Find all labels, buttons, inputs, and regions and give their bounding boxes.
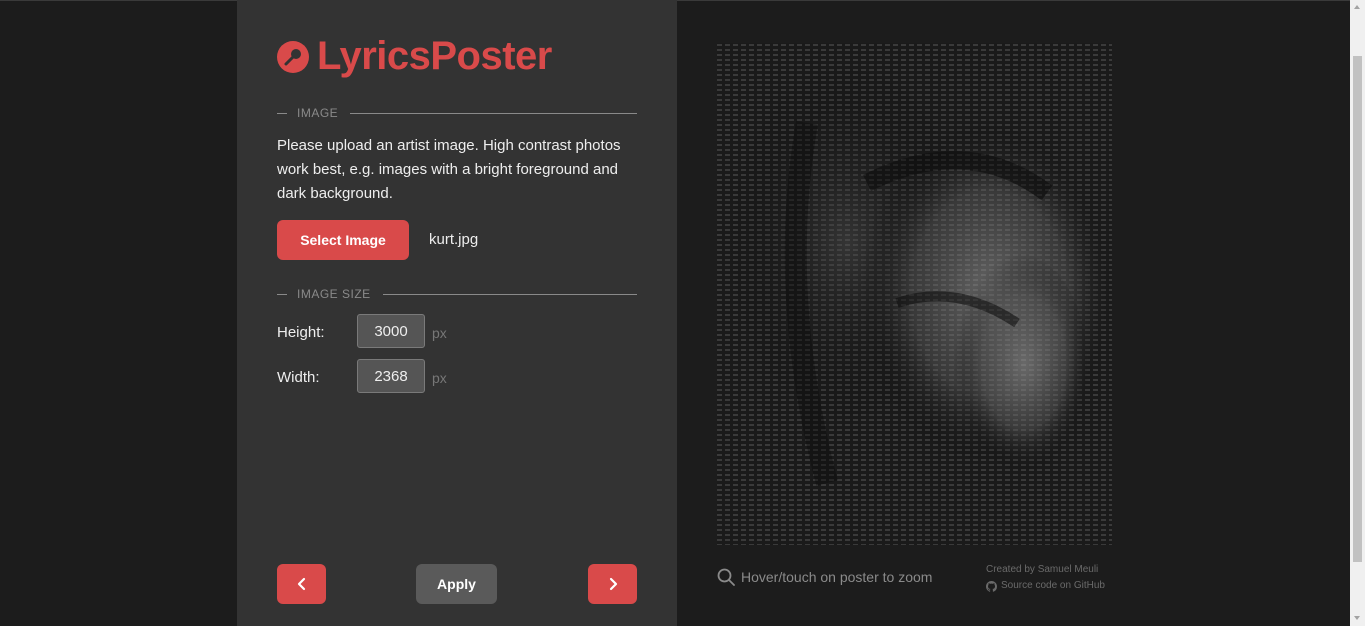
- chevron-right-icon: [609, 577, 617, 591]
- apply-button[interactable]: Apply: [416, 564, 497, 604]
- select-image-button[interactable]: Select Image: [277, 220, 409, 260]
- section-label: IMAGE SIZE: [297, 287, 371, 301]
- width-label: Width:: [277, 369, 320, 386]
- upload-description: Please upload an artist image. High cont…: [277, 137, 621, 202]
- github-icon: [986, 580, 997, 592]
- height-label: Height:: [277, 324, 325, 341]
- lyrics-poster-preview[interactable]: [717, 43, 1112, 545]
- source-link-text: Source code on GitHub: [1001, 580, 1105, 591]
- section-label: IMAGE: [297, 106, 339, 120]
- width-unit: px: [432, 370, 447, 386]
- search-icon: [717, 568, 735, 586]
- selected-filename: kurt.jpg: [429, 231, 479, 248]
- section-title-image: IMAGE: [277, 105, 637, 121]
- height-unit: px: [432, 325, 447, 341]
- zoom-hint: Hover/touch on poster to zoom: [717, 568, 932, 586]
- top-border: [0, 0, 1365, 1]
- section-title-image-size: IMAGE SIZE: [277, 286, 637, 302]
- previous-button[interactable]: [277, 564, 326, 604]
- scrollbar-thumb[interactable]: [1353, 56, 1362, 562]
- height-input[interactable]: 3000: [357, 314, 425, 348]
- vertical-scrollbar[interactable]: [1350, 0, 1365, 626]
- chevron-left-icon: [297, 577, 305, 591]
- source-link[interactable]: Source code on GitHub: [986, 578, 1105, 594]
- settings-panel: LyricsPoster IMAGE Please upload an arti…: [237, 0, 677, 626]
- credit-text[interactable]: Created by Samuel Meuli: [986, 562, 1105, 578]
- scroll-down-icon[interactable]: [1354, 616, 1360, 620]
- width-input[interactable]: 2368: [357, 359, 425, 393]
- credits: Created by Samuel Meuli Source code on G…: [986, 562, 1105, 594]
- microphone-icon: [277, 40, 309, 73]
- next-button[interactable]: [588, 564, 637, 604]
- logo: LyricsPoster: [277, 34, 552, 79]
- zoom-hint-text: Hover/touch on poster to zoom: [741, 569, 933, 585]
- logo-text: LyricsPoster: [317, 34, 552, 78]
- scroll-up-icon[interactable]: [1354, 5, 1360, 9]
